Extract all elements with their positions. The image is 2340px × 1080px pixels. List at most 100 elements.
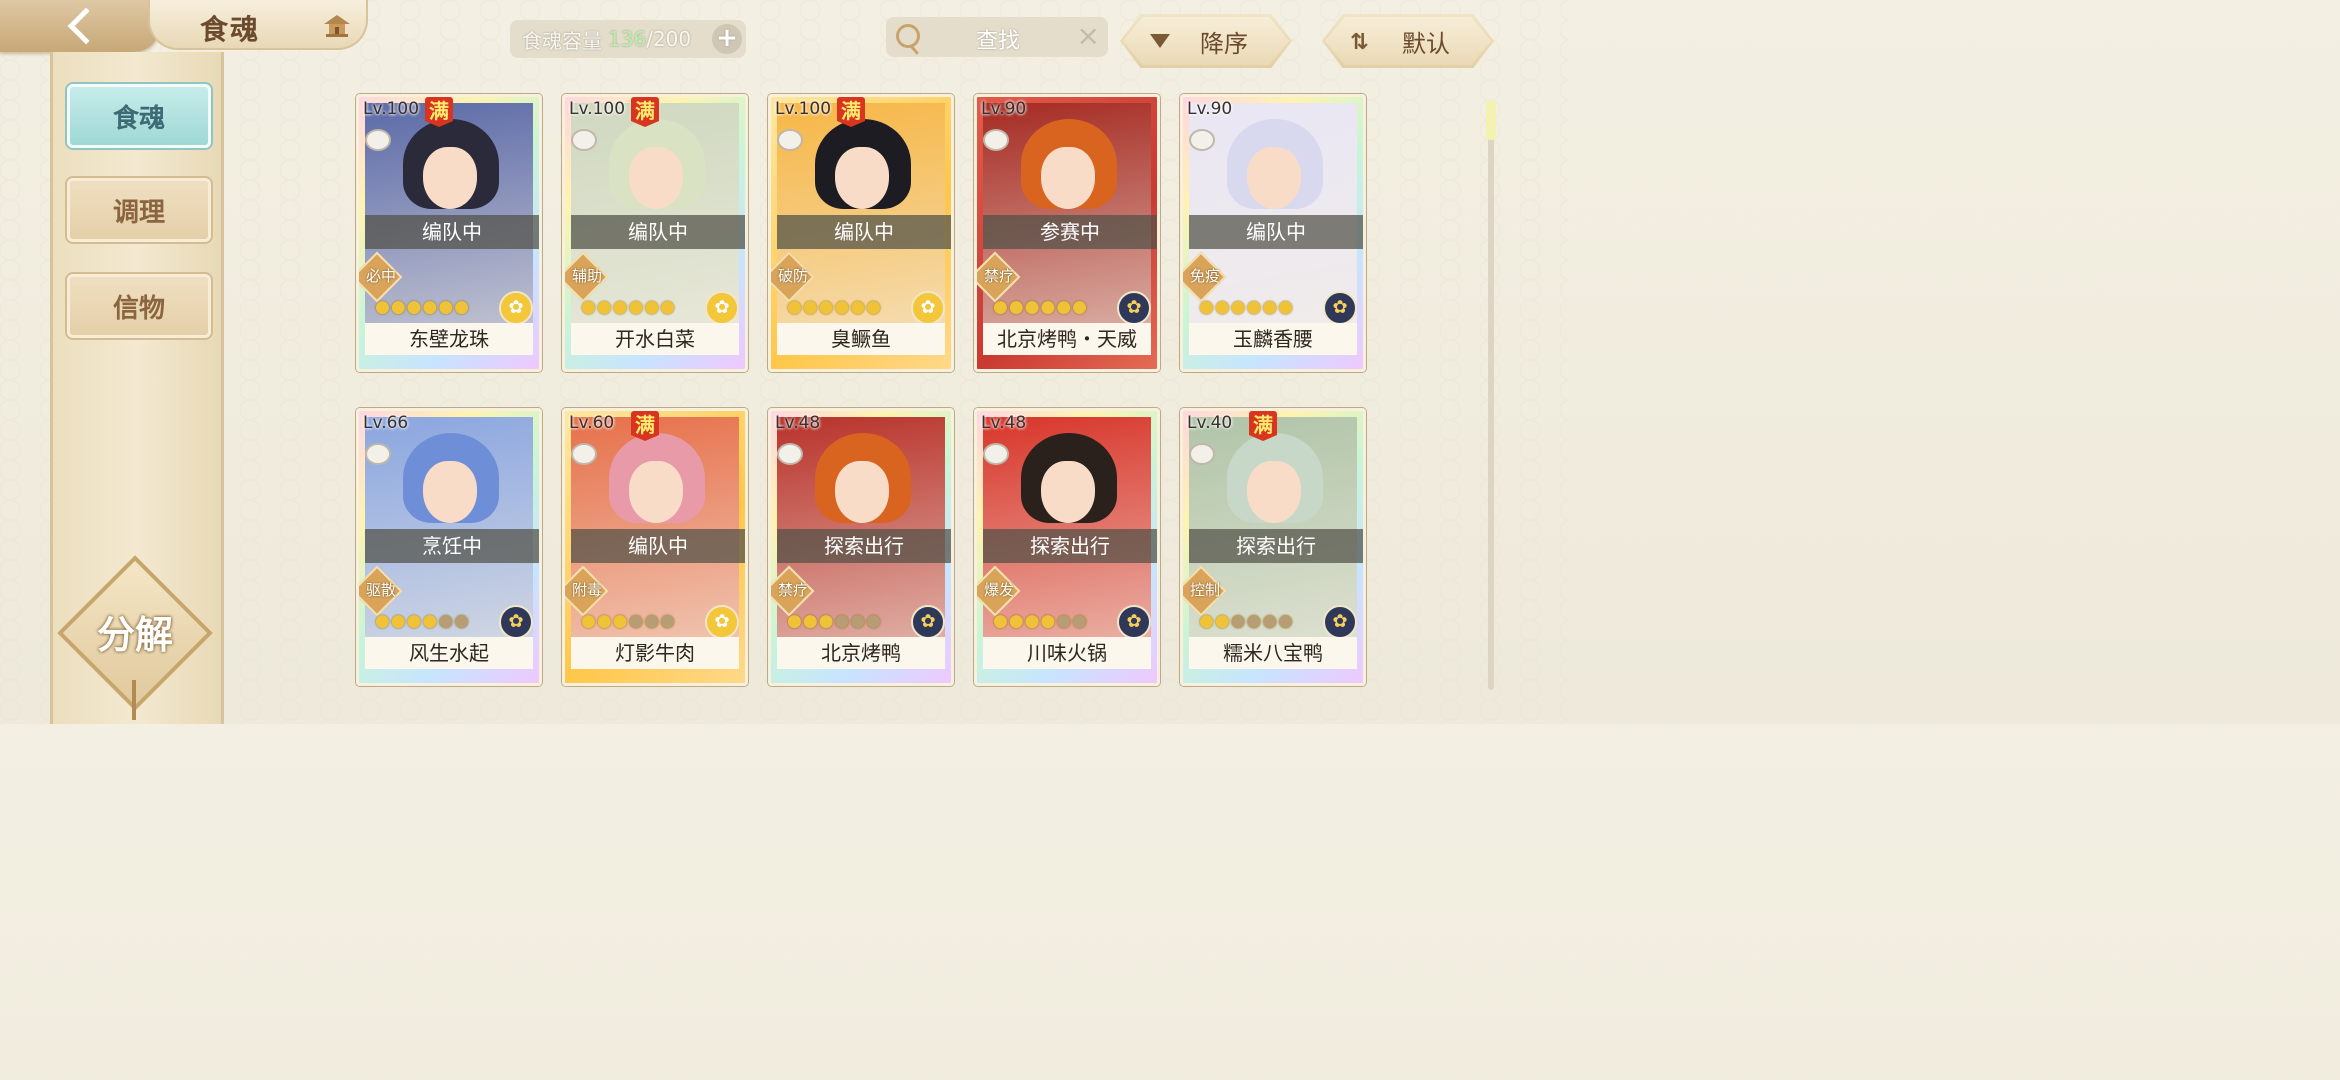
clear-search-icon[interactable]: × xyxy=(1077,19,1100,52)
food-soul-card[interactable]: Lv.48 探索出行 爆发 ●●●●●● ✿ 川味火锅 xyxy=(974,408,1160,686)
element-flower-icon: ✿ xyxy=(1323,605,1357,639)
bowl-icon xyxy=(571,129,597,151)
food-soul-card[interactable]: Lv.100 满 编队中 破防 ●●●●●● ✿ 臭鳜鱼 xyxy=(768,94,954,372)
element-flower-icon: ✿ xyxy=(1117,605,1151,639)
star-rating: ●●●●●● xyxy=(375,297,471,317)
star-rating: ●●●●●● xyxy=(787,611,883,631)
sort-default-label: 默认 xyxy=(1402,29,1450,58)
character-face xyxy=(1041,147,1095,209)
tab-food-souls[interactable]: 食魂 xyxy=(67,84,211,148)
character-face xyxy=(423,461,477,523)
star-rating: ●●●●●● xyxy=(581,297,677,317)
role-label: 破防 xyxy=(777,267,808,285)
card-name: 灯影牛肉 xyxy=(571,637,739,669)
food-soul-card[interactable]: Lv.90 参赛中 禁疗 ●●●●●● ✿ 北京烤鸭・天威 xyxy=(974,94,1160,372)
sort-switch-icon: ⇅ xyxy=(1350,30,1369,55)
card-status: 探索出行 xyxy=(777,529,951,563)
back-arrow-icon xyxy=(67,7,105,45)
card-status: 编队中 xyxy=(571,215,745,249)
scrollbar-thumb[interactable] xyxy=(1486,100,1496,140)
element-flower-icon: ✿ xyxy=(499,291,533,325)
role-label: 禁疗 xyxy=(777,581,808,599)
food-soul-card[interactable]: Lv.60 满 编队中 附毒 ●●●●●● ✿ 灯影牛肉 xyxy=(562,408,748,686)
card-level: Lv.40 xyxy=(1187,413,1233,433)
element-flower-icon: ✿ xyxy=(705,291,739,325)
max-level-badge: 满 xyxy=(837,97,865,127)
page-title: 食魂 xyxy=(200,13,261,46)
bowl-icon xyxy=(365,443,391,465)
back-button[interactable] xyxy=(0,0,160,52)
card-level: Lv.100 xyxy=(569,99,626,119)
card-name: 糯米八宝鸭 xyxy=(1189,637,1357,669)
tab-tokens[interactable]: 信物 xyxy=(67,274,211,338)
card-name: 东壁龙珠 xyxy=(365,323,533,355)
character-face xyxy=(835,461,889,523)
add-capacity-button[interactable]: + xyxy=(712,24,742,54)
card-name: 风生水起 xyxy=(365,637,533,669)
character-face xyxy=(835,147,889,209)
sort-order-label: 降序 xyxy=(1200,29,1248,58)
food-soul-card[interactable]: Lv.48 探索出行 禁疗 ●●●●●● ✿ 北京烤鸭 xyxy=(768,408,954,686)
element-flower-icon: ✿ xyxy=(705,605,739,639)
star-rating: ●●●●●● xyxy=(993,611,1089,631)
role-label: 必中 xyxy=(365,267,396,285)
element-flower-icon: ✿ xyxy=(1117,291,1151,325)
search-input[interactable]: 查找 × xyxy=(886,17,1108,57)
food-soul-card[interactable]: Lv.90 编队中 免疫 ●●●●●● ✿ 玉麟香腰 xyxy=(1180,94,1366,372)
food-soul-card[interactable]: Lv.100 满 编队中 必中 ●●●●●● ✿ 东壁龙珠 xyxy=(356,94,542,372)
food-soul-card[interactable]: Lv.66 烹饪中 驱散 ●●●●●● ✿ 风生水起 xyxy=(356,408,542,686)
card-name: 北京烤鸭・天威 xyxy=(983,323,1151,355)
card-name: 北京烤鸭 xyxy=(777,637,945,669)
card-status: 编队中 xyxy=(777,215,951,249)
element-flower-icon: ✿ xyxy=(499,605,533,639)
card-status: 编队中 xyxy=(365,215,539,249)
tassel-decoration xyxy=(132,680,136,720)
character-face xyxy=(1247,147,1301,209)
decompose-label: 分解 xyxy=(96,612,173,657)
food-soul-card[interactable]: Lv.40 满 探索出行 控制 ●●●●●● ✿ 糯米八宝鸭 xyxy=(1180,408,1366,686)
sort-default-button[interactable]: ⇅ 默认 xyxy=(1322,14,1494,68)
tab-conditioning[interactable]: 调理 xyxy=(67,178,211,242)
sort-order-button[interactable]: 降序 xyxy=(1120,14,1292,68)
bowl-icon xyxy=(983,129,1009,151)
card-level: Lv.90 xyxy=(981,99,1027,119)
star-rating: ●●●●●● xyxy=(787,297,883,317)
card-level: Lv.100 xyxy=(775,99,832,119)
max-level-badge: 满 xyxy=(631,411,659,441)
character-face xyxy=(629,461,683,523)
card-status: 探索出行 xyxy=(983,529,1157,563)
max-level-badge: 满 xyxy=(425,97,453,127)
search-icon xyxy=(896,24,920,48)
star-rating: ●●●●●● xyxy=(375,611,471,631)
card-name: 玉麟香腰 xyxy=(1189,323,1357,355)
card-level: Lv.60 xyxy=(569,413,615,433)
card-name: 臭鳜鱼 xyxy=(777,323,945,355)
capacity-separator: / xyxy=(646,27,653,51)
card-status: 编队中 xyxy=(1189,215,1363,249)
max-level-badge: 满 xyxy=(1249,411,1277,441)
card-level: Lv.48 xyxy=(981,413,1027,433)
pavilion-icon[interactable] xyxy=(322,12,352,38)
card-status: 参赛中 xyxy=(983,215,1157,249)
card-status: 编队中 xyxy=(571,529,745,563)
card-level: Lv.48 xyxy=(775,413,821,433)
card-status: 烹饪中 xyxy=(365,529,539,563)
role-label: 辅助 xyxy=(571,267,602,285)
bowl-icon xyxy=(777,129,803,151)
food-soul-card[interactable]: Lv.100 满 编队中 辅助 ●●●●●● ✿ 开水白菜 xyxy=(562,94,748,372)
character-face xyxy=(1041,461,1095,523)
scrollbar-track[interactable] xyxy=(1488,100,1494,690)
role-label: 免疫 xyxy=(1189,267,1220,285)
role-label: 控制 xyxy=(1189,581,1220,599)
role-label: 附毒 xyxy=(571,581,602,599)
role-label: 爆发 xyxy=(983,581,1014,599)
role-label: 禁疗 xyxy=(983,267,1014,285)
card-level: Lv.66 xyxy=(363,413,409,433)
bowl-icon xyxy=(365,129,391,151)
element-flower-icon: ✿ xyxy=(1323,291,1357,325)
star-rating: ●●●●●● xyxy=(993,297,1089,317)
bowl-icon xyxy=(983,443,1009,465)
capacity-label: 食魂容量 xyxy=(522,28,602,53)
character-face xyxy=(1247,461,1301,523)
bowl-icon xyxy=(777,443,803,465)
